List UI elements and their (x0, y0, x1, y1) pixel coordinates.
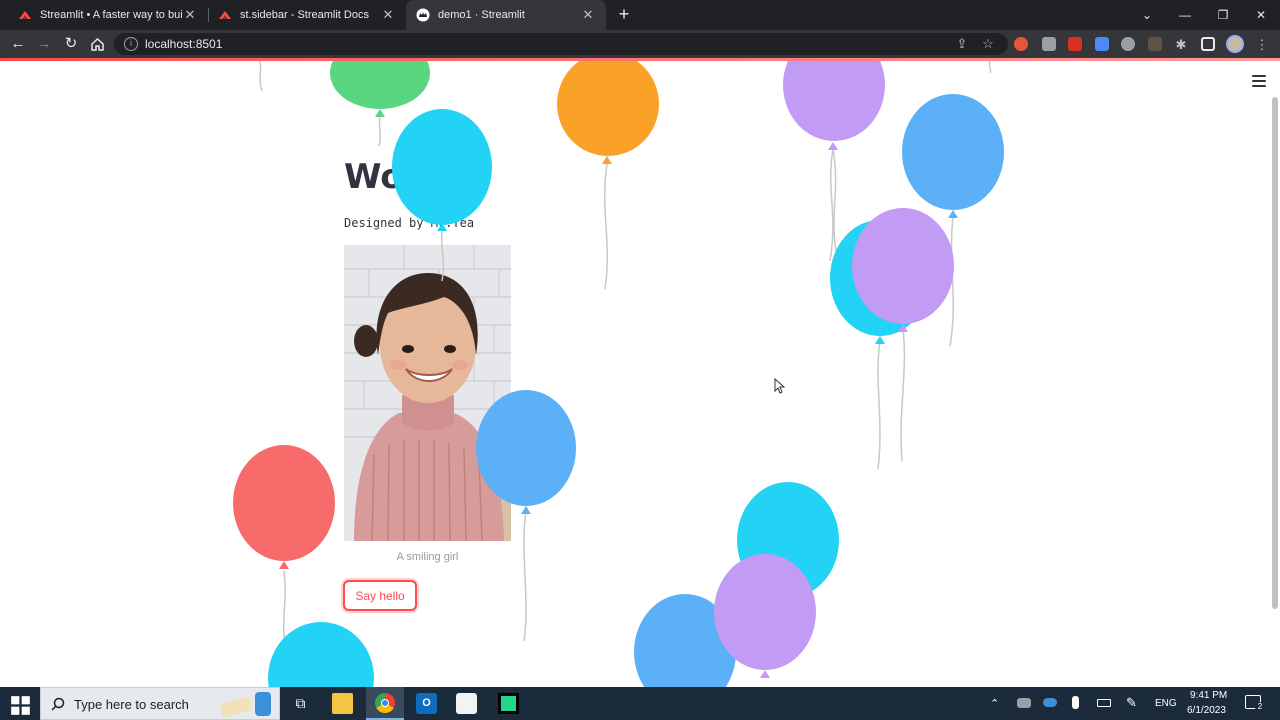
mouse-cursor-icon (774, 378, 786, 394)
streamlit-favicon-icon (19, 11, 31, 19)
clock-date[interactable]: 6/1/2023 (1187, 705, 1226, 716)
reload-icon[interactable]: ↻ (61, 34, 81, 54)
side-panel-icon[interactable] (1201, 37, 1215, 51)
girl-photo (344, 245, 511, 541)
profile-avatar[interactable] (1226, 35, 1244, 53)
pen-icon[interactable]: ✎ (1126, 695, 1137, 711)
show-hidden-icons-icon[interactable]: ⌃ (990, 697, 999, 710)
minimize-button[interactable]: — (1166, 0, 1204, 30)
microphone-icon[interactable] (1072, 696, 1079, 709)
balloon-cyan (268, 622, 374, 687)
say-hello-button[interactable]: Say hello (343, 580, 417, 611)
extension-icon[interactable] (1121, 37, 1135, 51)
balloon-green (330, 61, 430, 117)
extensions-puzzle-icon[interactable]: ✱ (1173, 37, 1189, 53)
tab-streamlit-home[interactable]: Streamlit • A faster way to build ✕ (8, 0, 208, 30)
task-view-icon[interactable]: ⧉ (290, 693, 311, 714)
page-scrollbar[interactable] (1272, 97, 1278, 609)
balloons-animation (233, 61, 1004, 687)
image-caption: A smiling girl (396, 551, 459, 563)
designer-credit: Designed by Mr.Tea (344, 216, 475, 230)
chrome-menu-icon[interactable]: ⋮ (1254, 37, 1270, 53)
windows-taskbar: Type here to search ⧉ O ⌃ ✎ ENG 9:41 PM … (0, 687, 1280, 720)
tab-title: demo1 · Streamlit (438, 9, 525, 21)
balloon-cyan (830, 220, 930, 344)
chrome-taskbar-button[interactable] (366, 687, 404, 720)
microsoft-store-icon[interactable] (456, 693, 477, 714)
streamlit-app: Wo Designed by Mr.Tea A smiling girl Say… (0, 61, 1280, 687)
balloon-blue (634, 594, 736, 687)
browser-tab-strip: Streamlit • A faster way to build ✕ st.s… (0, 0, 1280, 30)
balloon-red (233, 445, 335, 569)
language-indicator[interactable]: ENG (1155, 698, 1177, 709)
tab-search-dropdown-icon[interactable]: ⌄ (1128, 0, 1166, 30)
extension-icon[interactable] (1068, 37, 1082, 51)
tab-st-sidebar-docs[interactable]: st.sidebar - Streamlit Docs ✕ (208, 0, 406, 30)
forward-icon[interactable]: → (34, 34, 54, 54)
new-tab-button[interactable]: + (614, 4, 634, 24)
url-text[interactable]: localhost:8501 (145, 37, 222, 51)
close-window-button[interactable]: ✕ (1242, 0, 1280, 30)
balloon-orange (557, 61, 659, 164)
pycharm-icon[interactable] (498, 693, 519, 714)
clock-time[interactable]: 9:41 PM (1190, 690, 1227, 701)
balloon-purple (852, 208, 954, 332)
battery-icon[interactable] (1097, 699, 1111, 707)
balloon-cyan (737, 482, 839, 598)
outlook-icon[interactable]: O (416, 693, 437, 714)
address-bar[interactable]: i localhost:8501 ⇪ ☆ (114, 33, 1008, 55)
notifications-icon[interactable]: 2 (1245, 695, 1265, 712)
home-icon[interactable] (90, 37, 105, 51)
extension-icon[interactable] (1095, 37, 1109, 51)
extension-icon[interactable] (1014, 37, 1028, 51)
browser-toolbar: ← → ↻ i localhost:8501 ⇪ ☆ ✱ ⋮ (0, 30, 1280, 58)
file-explorer-icon[interactable] (332, 693, 353, 714)
notification-count-badge: 2 (1255, 702, 1265, 712)
restore-button[interactable]: ❐ (1204, 0, 1242, 30)
tab-demo1-active[interactable]: demo1 · Streamlit ✕ (406, 0, 606, 30)
tab-close-icon[interactable]: ✕ (580, 7, 596, 23)
streamlit-favicon-icon (219, 11, 231, 19)
tab-close-icon[interactable]: ✕ (182, 7, 198, 23)
tray-app-icon[interactable] (1017, 698, 1031, 708)
search-highlight-illustration-icon (217, 690, 277, 718)
taskbar-search-box[interactable]: Type here to search (40, 687, 280, 720)
smiling-girl-image (344, 245, 511, 541)
tab-title: Streamlit • A faster way to build (40, 9, 182, 21)
back-icon[interactable]: ← (8, 34, 28, 54)
onedrive-icon[interactable] (1043, 698, 1057, 707)
extension-icon[interactable] (1148, 37, 1162, 51)
windows-start-icon[interactable] (10, 695, 31, 716)
extension-icon[interactable] (1042, 37, 1056, 51)
site-info-icon[interactable]: i (124, 37, 138, 51)
balloon-blue (902, 94, 1004, 218)
tab-title: st.sidebar - Streamlit Docs (240, 9, 369, 21)
bookmark-star-icon[interactable]: ☆ (980, 36, 996, 52)
tab-close-icon[interactable]: ✕ (380, 7, 396, 23)
balloon-purple (714, 554, 816, 678)
balloon-cyan (392, 109, 492, 231)
page-title: Wo (344, 157, 404, 197)
balloon-purple (783, 61, 885, 150)
search-icon (51, 697, 65, 711)
streamlit-crown-favicon-icon (416, 8, 430, 22)
share-icon[interactable]: ⇪ (954, 36, 970, 52)
search-placeholder: Type here to search (74, 697, 189, 712)
main-menu-icon[interactable] (1252, 75, 1266, 87)
